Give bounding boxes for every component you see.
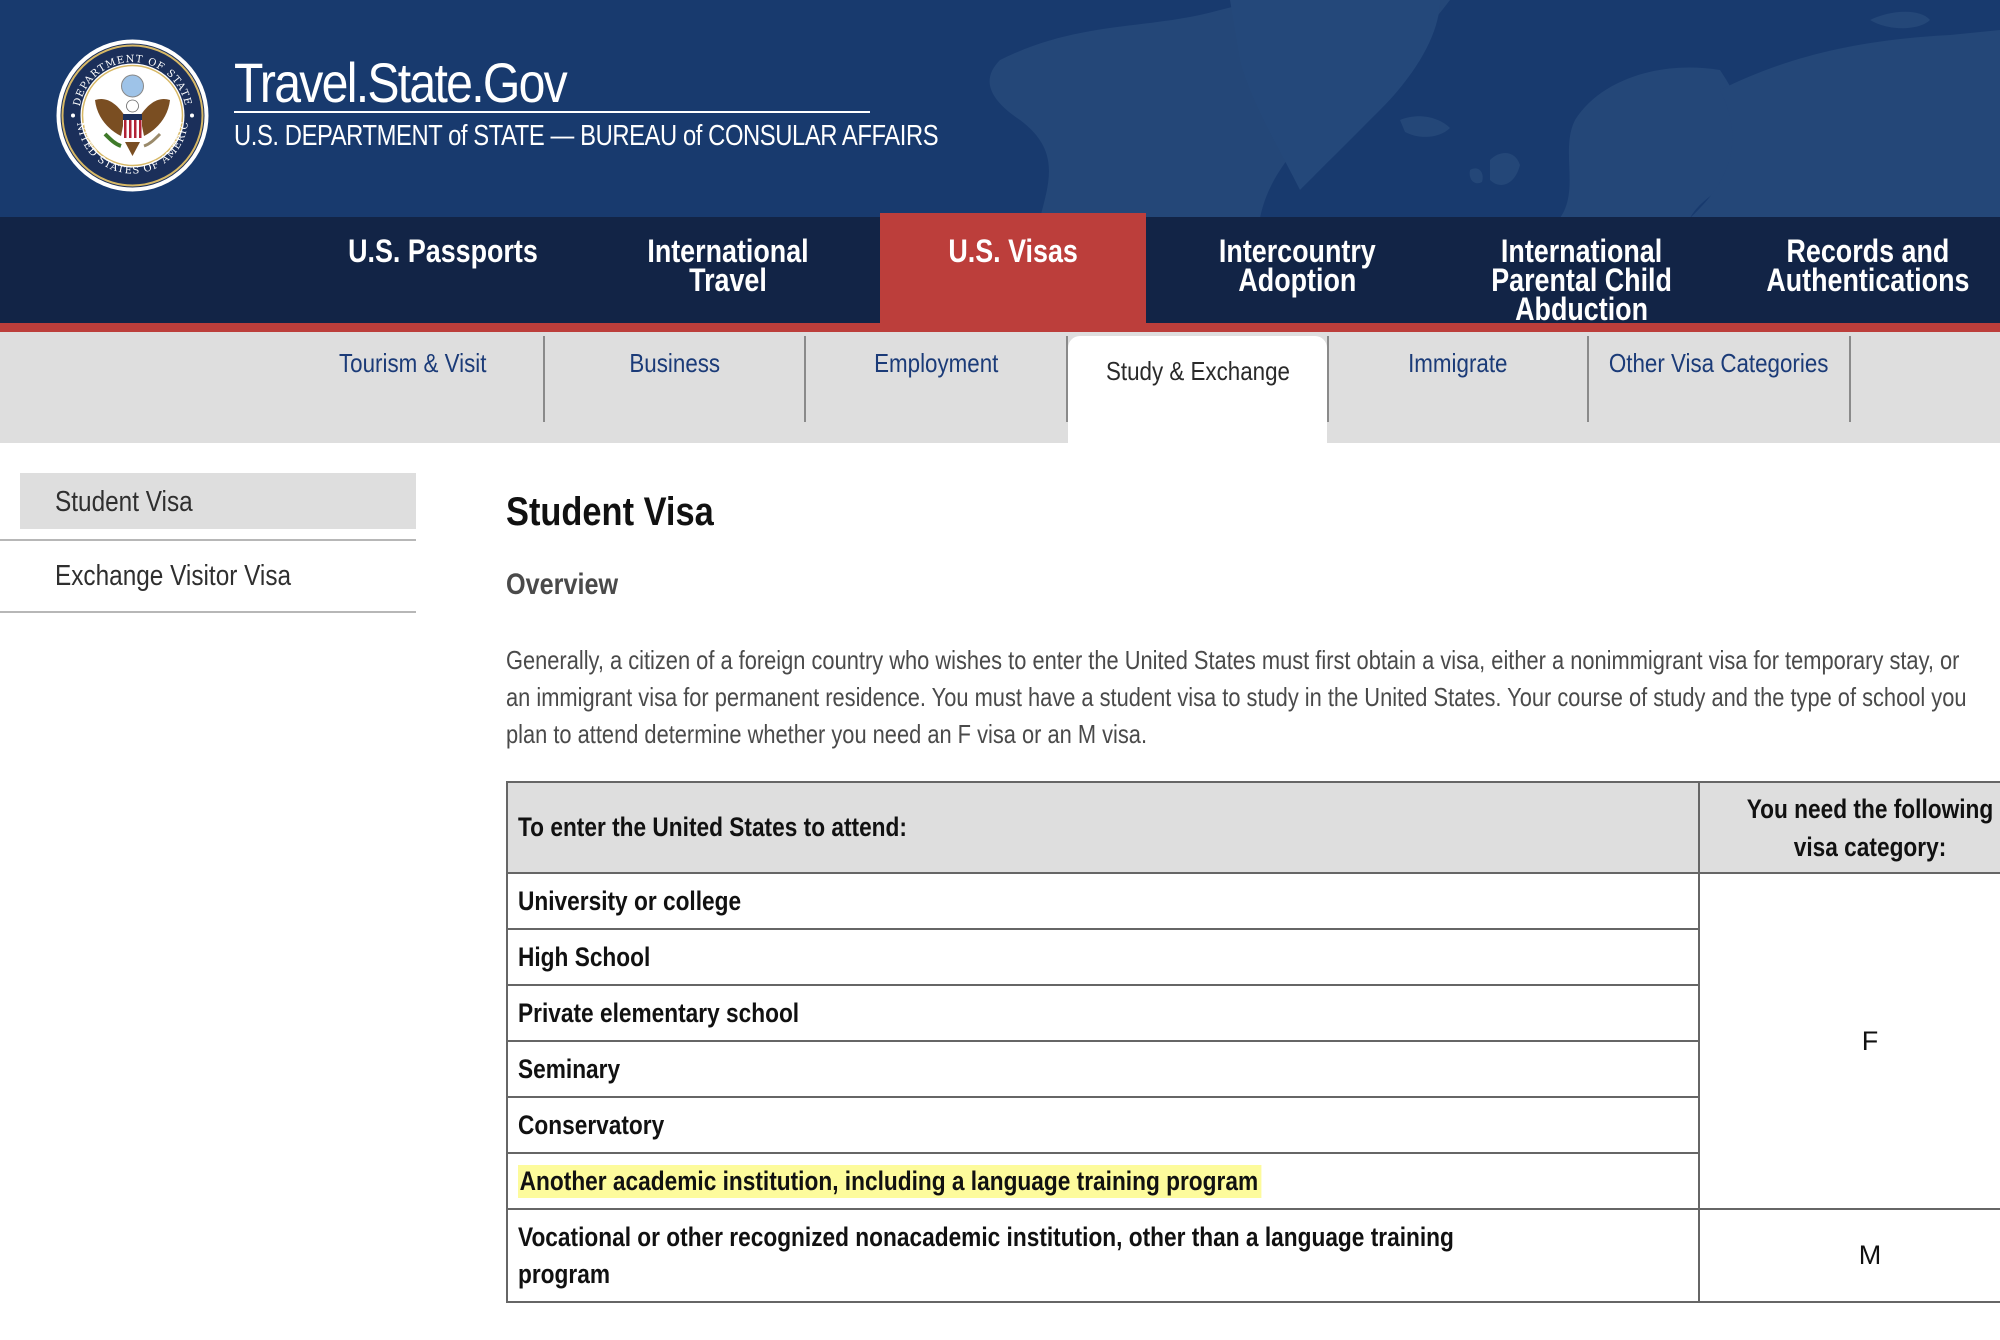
nav-item-intercountry-adoption[interactable]: Intercountry Adoption (1176, 217, 1419, 323)
institution-cell: Vocational or other recognized nonacadem… (506, 1208, 1700, 1303)
header-visa-category-label: You need the following visa category: (1746, 793, 1994, 862)
title-divider (234, 111, 870, 113)
subnav-item-label: Tourism & Visit (338, 348, 487, 378)
sidebar: Student Visa Exchange Visitor Visa (0, 473, 416, 613)
institution-cell: Another academic institution, including … (506, 1152, 1700, 1210)
sidebar-item-exchange-visitor-visa[interactable]: Exchange Visitor Visa (0, 541, 416, 611)
subnav-item-label: Business (629, 348, 720, 378)
main-nav: U.S. Passports International Travel U.S.… (0, 213, 2000, 327)
subnav-divider (1849, 336, 1851, 422)
institution-cell: University or college (506, 872, 1700, 930)
subnav-item-label: Other Visa Categories (1609, 348, 1829, 378)
sidebar-item-label: Student Visa (55, 486, 193, 518)
department-of-state-seal-icon[interactable]: DEPARTMENT OF STATE UNITED STATES OF AME… (55, 38, 210, 193)
nav-item-us-passports[interactable]: U.S. Passports (330, 217, 556, 323)
nav-item-label: Intercountry Adoption (1219, 233, 1376, 298)
nav-item-label: International Travel (647, 233, 809, 298)
sidebar-item-student-visa[interactable]: Student Visa (20, 473, 416, 529)
institution-label: Conservatory (518, 1109, 665, 1140)
site-banner: DEPARTMENT OF STATE UNITED STATES OF AME… (0, 0, 2000, 218)
table-header-row: To enter the United States to attend: Yo… (506, 781, 2000, 874)
institution-label: University or college (518, 885, 742, 916)
nav-item-records-and-authentications[interactable]: Records and Authentications (1744, 217, 1991, 323)
highlighted-institution-label: Another academic institution, including … (518, 1164, 1262, 1198)
institution-cell: Private elementary school (506, 984, 1700, 1042)
section-title-overview: Overview (506, 568, 619, 601)
subnav-item-other-visa-categories[interactable]: Other Visa Categories (1589, 336, 1849, 422)
subnav-item-employment[interactable]: Employment (806, 336, 1066, 422)
nav-item-label: U.S. Passports (348, 233, 538, 269)
site-subtitle: U.S. DEPARTMENT of STATE — BUREAU of CON… (234, 120, 939, 152)
institution-label: Private elementary school (518, 997, 800, 1028)
site-title[interactable]: Travel.State.Gov (234, 50, 568, 115)
visa-sub-nav: Tourism & Visit Business Employment Stud… (0, 332, 2000, 443)
visa-category-m: M (1858, 1240, 1882, 1270)
visa-category-cell-m: M (1698, 1208, 2000, 1303)
visa-category-f: F (1861, 1025, 1879, 1056)
sidebar-item-label: Exchange Visitor Visa (55, 560, 292, 592)
subnav-item-immigrate[interactable]: Immigrate (1329, 336, 1587, 422)
institution-label: Seminary (518, 1053, 621, 1084)
main-content: Student Visa Overview Generally, a citiz… (506, 490, 1968, 753)
table-row: University or college F (506, 872, 2000, 1210)
institution-cell: High School (506, 928, 1700, 986)
page-title: Student Visa (506, 490, 714, 534)
nav-item-international-parental-child-abduction[interactable]: International Parental Child Abduction (1460, 217, 1704, 327)
header-attend: To enter the United States to attend: (506, 781, 1700, 874)
header-attend-label: To enter the United States to attend: (518, 812, 907, 842)
visa-category-cell-f: F (1698, 872, 2000, 1210)
subnav-item-business[interactable]: Business (545, 336, 804, 422)
institution-cell: Seminary (506, 1040, 1700, 1098)
nav-accent-line (0, 323, 2000, 332)
subnav-item-tourism-visit[interactable]: Tourism & Visit (282, 336, 543, 422)
nav-item-label: International Parental Child Abduction (1491, 233, 1673, 327)
institution-label: High School (518, 941, 651, 972)
nav-item-us-visas[interactable]: U.S. Visas (880, 213, 1146, 323)
header-visa-category: You need the following visa category: (1698, 781, 2000, 874)
nav-item-label: U.S. Visas (948, 233, 1078, 269)
subnav-item-label: Immigrate (1408, 348, 1508, 378)
visa-category-table: To enter the United States to attend: Yo… (506, 781, 2000, 1303)
sidebar-divider (0, 611, 416, 613)
table-row: Vocational or other recognized nonacadem… (506, 1208, 2000, 1303)
nav-item-international-travel[interactable]: International Travel (592, 217, 864, 323)
institution-cell: Conservatory (506, 1096, 1700, 1154)
subnav-item-label: Employment (873, 348, 999, 378)
institution-label: Vocational or other recognized nonacadem… (518, 1221, 1454, 1289)
intro-paragraph: Generally, a citizen of a foreign countr… (506, 645, 1967, 749)
subnav-item-label: Study & Exchange (1105, 356, 1290, 386)
subnav-item-study-exchange[interactable]: Study & Exchange (1068, 336, 1327, 443)
nav-item-label: Records and Authentications (1765, 233, 1970, 298)
